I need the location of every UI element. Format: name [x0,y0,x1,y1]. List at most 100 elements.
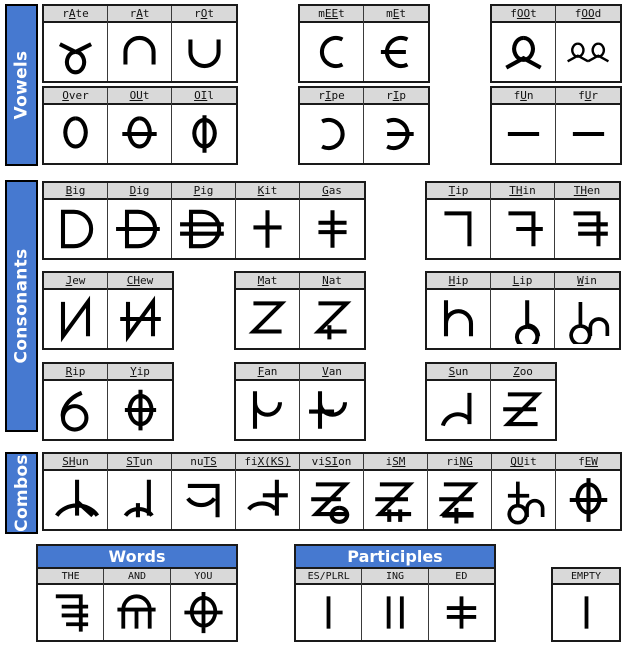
cell-label: Lip [491,273,554,290]
glyph-out [114,109,165,159]
cons-r3c-cell-s[interactable]: Sun [427,364,491,439]
glyph-cell [492,23,555,81]
combo-cell-ew[interactable]: f EW [556,454,620,529]
cell-label: Dig [108,183,171,200]
glyph-ng [434,475,485,525]
cell-label: Mat [236,273,299,290]
combo-cell-ts[interactable]: nu TS [172,454,236,529]
cons-r1a-cell-d[interactable]: Dig [108,183,172,258]
glyph-cell [172,23,236,81]
cell-label: Rip [44,364,107,381]
glyph-cell [491,381,555,439]
glyph-oil [179,109,230,159]
cell-label: Sun [427,364,490,381]
cons-r1a-cell-p[interactable]: Pig [172,183,236,258]
glyph-z [498,385,549,435]
cons-r1a-cell-b[interactable]: Big [44,183,108,258]
cell-label: vi SI on [300,454,363,471]
vowel-r1b-cell-met[interactable]: mEt [364,6,428,81]
glyph-rate [50,27,101,77]
cons-r2a-cell-j[interactable]: Jew [44,273,108,348]
combo-cell-qu[interactable]: QU it [492,454,556,529]
combo-cell-st[interactable]: ST un [108,454,172,529]
cons-r3b-cell-f[interactable]: Fan [236,364,300,439]
cons-r2c-cell-w[interactable]: Win [555,273,619,348]
cell-label: OU t [108,88,171,105]
vowel-r1c-cell-foot[interactable]: f OO t [492,6,556,81]
vowel-r1a-cell-rot[interactable]: rOt [172,6,236,81]
cell-label: f OO d [556,6,620,23]
combo-cell-ng[interactable]: ri NG [428,454,492,529]
cons-r2a-cell-ch[interactable]: CH ew [108,273,172,348]
cons-r2c-cell-h[interactable]: Hip [427,273,491,348]
vowel-r1c-cell-food[interactable]: f OO d [556,6,620,81]
glyph-cell [427,200,490,258]
glyph-ed [444,594,478,631]
vowel-r2c-cell-fun[interactable]: fUn [492,88,556,163]
glyph-cell [427,381,490,439]
combo-cell-sh[interactable]: SH un [44,454,108,529]
glyph-x [242,475,293,525]
cell-label: THE [38,569,104,585]
vowel-r1b-cell-meet[interactable]: m EE t [300,6,364,81]
cons-r2b-cell-n[interactable]: Nat [300,273,364,348]
participles-cell-ed[interactable]: ED [428,569,494,640]
cell-label: Hip [427,273,490,290]
cell-label: Gas [300,183,364,200]
combo-cell-sm[interactable]: i SM [364,454,428,529]
cell-label: Big [44,183,107,200]
section-tab-consonants[interactable]: Consonants [5,180,38,432]
glyph-ew [563,475,614,525]
cons-r1a-cell-k[interactable]: Kit [236,183,300,258]
cons-r2c-cell-l[interactable]: Lip [491,273,555,348]
cons-r2b-cell-m[interactable]: Mat [236,273,300,348]
vowel-r2a-cell-oil[interactable]: OI l [172,88,236,163]
glyph-cell [491,200,554,258]
vowel-r1a-table: r Ate r At r Ot [42,4,238,83]
cons-r3c-cell-z[interactable]: Zoo [491,364,555,439]
cons-r3b-cell-v[interactable]: Van [300,364,364,439]
vowel-r2a-cell-over[interactable]: Over [44,88,108,163]
vowel-r2b-cell-ripe[interactable]: r Ipe [300,88,364,163]
glyph-k [242,204,293,254]
vowel-r1a-cell-rate[interactable]: r Ate [44,6,108,81]
participles-cell-plural[interactable]: ES/PLRL [296,569,363,640]
glyph-cell [555,200,619,258]
participles-title: Participles [296,546,494,569]
words-cell-and[interactable]: AND [104,569,171,640]
participles-cell-ing[interactable]: ING [362,569,429,640]
cell-label: i SM [364,454,427,471]
empty-table: EMPTY [551,567,621,642]
vowel-r2b-cell-rip[interactable]: rIp [364,88,428,163]
combo-cell-zh[interactable]: vi SI on [300,454,364,529]
glyph-n [307,294,358,344]
empty-cell[interactable]: EMPTY [553,569,619,640]
cell-label: ST un [108,454,171,471]
glyph-cell [428,585,494,640]
section-tab-vowels[interactable]: Vowels [5,4,38,166]
glyph-cell [108,105,171,163]
words-cell-you[interactable]: YOU [170,569,236,640]
cell-label: Win [555,273,619,290]
cons-r1b-cell-t[interactable]: Tip [427,183,491,258]
section-tab-combos[interactable]: Combos [5,452,38,534]
vowel-r2a-cell-out[interactable]: OU t [108,88,172,163]
glyph-foot [498,27,549,77]
cons-r3a-cell-y[interactable]: Yip [108,364,172,439]
cell-label: AND [104,569,170,585]
cons-r1b-cell-th_unvoiced[interactable]: TH in [491,183,555,258]
vowel-r1a-cell-rat[interactable]: rAt [108,6,172,81]
glyph-ch [115,294,166,344]
cons-r1a-table: Big Dig Pig Kit Gas [42,181,366,260]
cons-r3a-cell-r[interactable]: Rip [44,364,108,439]
glyph-and [115,594,158,631]
cons-r1a-cell-g[interactable]: Gas [300,183,364,258]
vowel-r2c-cell-fur[interactable]: fUr [556,88,620,163]
section-tab-label: Vowels [11,50,32,120]
cons-r1b-cell-th_voiced[interactable]: TH en [555,183,619,258]
glyph-cell [108,23,171,81]
combo-cell-x[interactable]: fi X(KS) [236,454,300,529]
words-cell-the[interactable]: THE [38,569,105,640]
glyph-y [115,385,166,435]
glyph-cell [300,105,363,163]
